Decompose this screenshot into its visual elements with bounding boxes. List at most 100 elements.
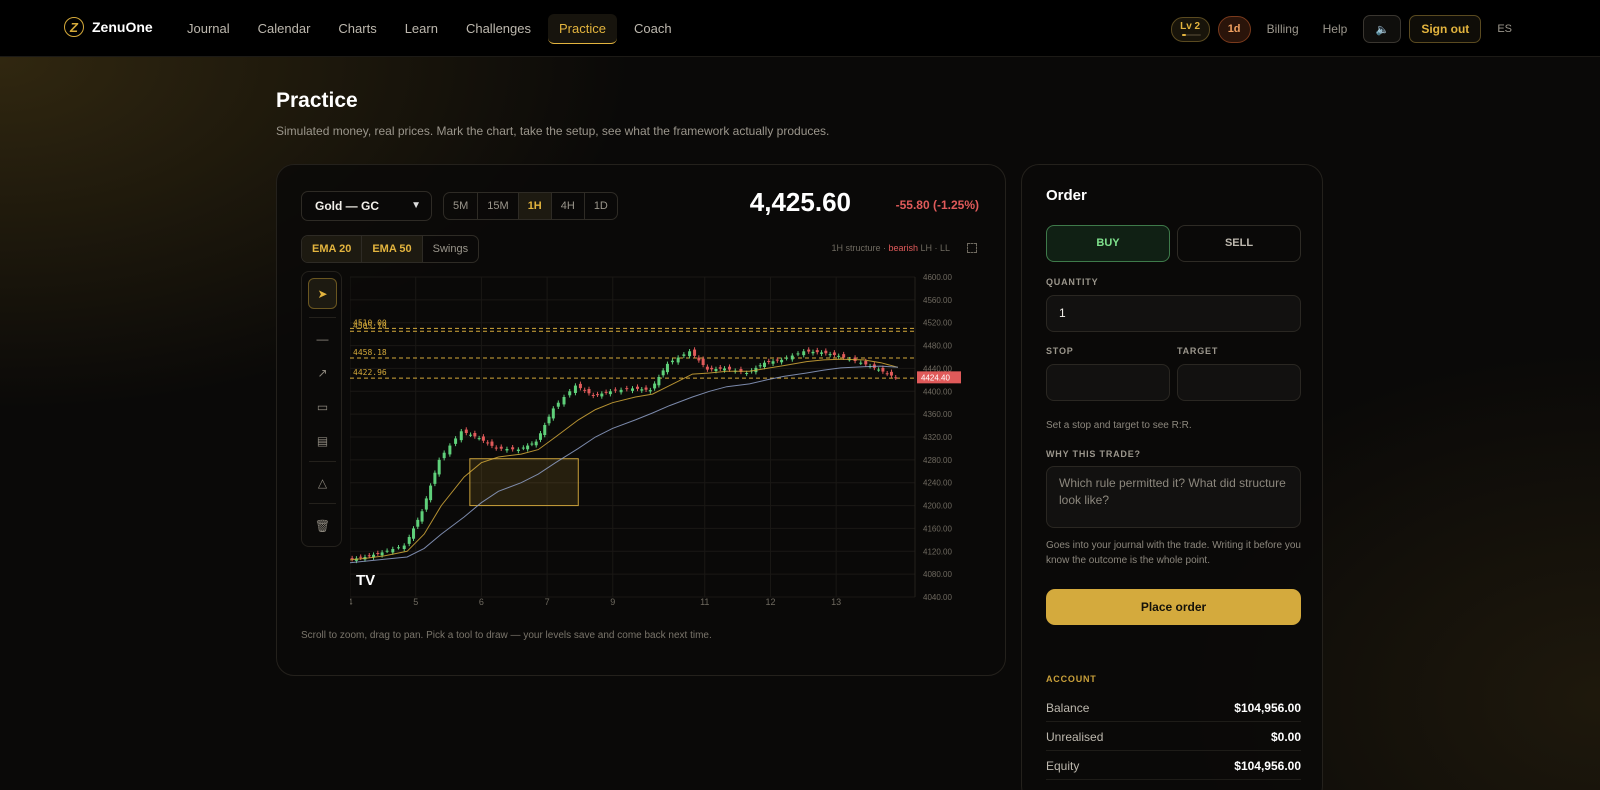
level-progress-fill — [1181, 33, 1187, 36]
account-title: ACCOUNT — [1046, 674, 1097, 684]
candle-body — [625, 388, 629, 390]
help-link[interactable]: Help — [1315, 22, 1356, 36]
nav-link-learn[interactable]: Learn — [394, 14, 449, 43]
candle-body — [894, 377, 898, 379]
indicator-ema20[interactable]: EMA 20 — [302, 236, 363, 262]
logo[interactable]: Z ZenuOne — [64, 17, 153, 37]
billing-link[interactable]: Billing — [1259, 22, 1307, 36]
level-label: Lv 2 — [1180, 20, 1201, 32]
target-input[interactable] — [1177, 364, 1301, 401]
x-tick-label: 4 — [350, 597, 353, 605]
y-tick-label: 4160.00 — [923, 524, 952, 533]
candle-body — [600, 393, 604, 397]
chart-svg[interactable]: 4600.004560.004520.004480.004440.004400.… — [347, 267, 970, 607]
y-tick-label: 4400.00 — [923, 387, 952, 396]
candle-body — [877, 369, 881, 371]
nav-link-practice[interactable]: Practice — [548, 13, 617, 44]
horizontal-line-tool[interactable]: — — [308, 325, 337, 352]
candle-body — [464, 429, 468, 433]
candle-body — [573, 385, 577, 393]
quantity-input[interactable]: 1 — [1046, 295, 1301, 332]
timeframe-1d[interactable]: 1D — [585, 193, 617, 219]
structure-detail: LH · LL — [917, 243, 950, 253]
trendline-tool[interactable]: ↗ — [308, 359, 337, 386]
candle-body — [578, 383, 582, 389]
timeframe-5m[interactable]: 5M — [444, 193, 479, 219]
timeframe-15m[interactable]: 15M — [478, 193, 519, 219]
symbol-select[interactable]: Gold — GC ▼ — [301, 191, 432, 221]
why-label: WHY THIS TRADE? — [1046, 449, 1141, 459]
candle-body — [693, 349, 697, 356]
sign-out-button[interactable]: Sign out — [1409, 15, 1482, 43]
language-toggle[interactable]: ES — [1489, 23, 1512, 35]
candle-body — [596, 394, 600, 396]
journal-hint: Goes into your journal with the trade. W… — [1046, 540, 1301, 566]
candle-body — [477, 438, 481, 440]
candle-body — [547, 416, 551, 424]
indicator-swings[interactable]: Swings — [423, 236, 478, 262]
tradingview-logo: TV — [356, 572, 375, 589]
indicator-ema50[interactable]: EMA 50 — [362, 236, 423, 262]
x-tick-label: 9 — [610, 597, 615, 605]
place-order-button[interactable]: Place order — [1046, 589, 1301, 625]
candle-body — [568, 391, 572, 396]
candle-body — [885, 373, 889, 375]
nav-link-challenges[interactable]: Challenges — [455, 14, 542, 43]
sell-button[interactable]: SELL — [1177, 225, 1301, 262]
supply-zone-rectangle — [469, 458, 579, 507]
eraser-tool[interactable]: △ — [308, 469, 337, 496]
stop-label: STOP — [1046, 346, 1074, 356]
x-tick-label: 7 — [545, 597, 550, 605]
candle-body — [688, 351, 692, 357]
level-progress-bar — [1181, 33, 1201, 36]
target-label: TARGET — [1177, 346, 1219, 356]
price-chart[interactable]: 4600.00 4560.00 4520.00 4480.00 4440.00 4400.… — [347, 267, 970, 607]
timeframe-1h[interactable]: 1H — [518, 193, 552, 219]
candle-body — [837, 355, 841, 357]
expand-icon[interactable] — [967, 243, 977, 253]
nav-links: Journal Calendar Charts Learn Challenges… — [176, 0, 683, 57]
sound-toggle-button[interactable]: 🔈 — [1363, 15, 1402, 43]
cursor-tool[interactable]: ➤ — [308, 278, 337, 309]
cursor-icon: ➤ — [317, 286, 328, 301]
trash-icon: 🗑 — [314, 518, 331, 533]
candle-body — [653, 383, 657, 389]
candle-body — [521, 447, 525, 449]
order-panel: Order BUY SELL QUANTITY 1 STOP TARGET Se… — [1021, 164, 1323, 790]
level-badge[interactable]: Lv 2 — [1170, 16, 1210, 42]
range-icon: ▤ — [316, 433, 329, 448]
delete-tool[interactable]: 🗑 — [308, 512, 337, 539]
rectangle-icon: ▭ — [316, 399, 329, 414]
x-tick-label: 11 — [700, 597, 709, 605]
candle-body — [676, 357, 680, 363]
symbol-value: Gold — GC — [315, 199, 379, 213]
candle-body — [807, 349, 811, 352]
chart-hint: Scroll to zoom, drag to pan. Pick a tool… — [301, 630, 712, 641]
candle-body — [486, 442, 490, 444]
nav-link-charts[interactable]: Charts — [327, 14, 387, 43]
nav-link-journal[interactable]: Journal — [176, 14, 241, 43]
candle-body — [710, 367, 714, 370]
nav-link-coach[interactable]: Coach — [623, 14, 683, 43]
candle-body — [815, 350, 819, 353]
rectangle-tool[interactable]: ▭ — [308, 393, 337, 420]
why-textarea[interactable]: Which rule permitted it? What did struct… — [1046, 466, 1301, 528]
page-title: Practice — [276, 89, 358, 112]
range-tool[interactable]: ▤ — [308, 427, 337, 454]
candle-body — [454, 438, 458, 444]
candle-body — [775, 359, 779, 361]
stop-input[interactable] — [1046, 364, 1170, 401]
candle-body — [771, 361, 775, 364]
x-tick-label: 5 — [413, 597, 418, 605]
nav-link-calendar[interactable]: Calendar — [247, 14, 322, 43]
streak-badge[interactable]: 1d — [1217, 15, 1251, 43]
nav-right: Lv 2 1d Billing Help 🔈 Sign out ES — [1170, 15, 1512, 43]
y-tick-label: 4320.00 — [923, 433, 952, 442]
candle-body — [762, 362, 766, 367]
candle-body — [562, 397, 566, 405]
timeframe-4h[interactable]: 4H — [552, 193, 585, 219]
candle-body — [631, 388, 634, 391]
buy-button[interactable]: BUY — [1046, 225, 1170, 262]
candle-body — [587, 389, 591, 394]
indicator-group: EMA 20 EMA 50 Swings — [301, 235, 480, 263]
